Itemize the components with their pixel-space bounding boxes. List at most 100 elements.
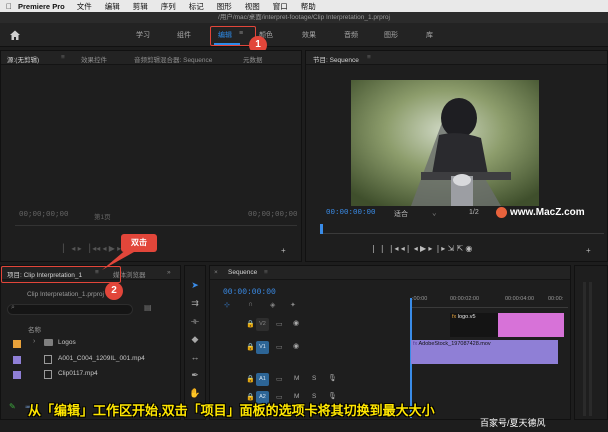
project-file-name: Clip Interpretation_1.prproj bbox=[27, 291, 104, 298]
tab-sequence[interactable]: Sequence bbox=[228, 269, 257, 276]
close-tab-icon[interactable]: × bbox=[214, 269, 218, 276]
solo-button[interactable]: S bbox=[312, 393, 316, 400]
clip-name: A001_C004_1209IL_001.mp4 bbox=[58, 355, 145, 362]
project-panel: 项目: Clip Interpretation_1 ≡ 媒体浏览器 » Clip… bbox=[0, 265, 181, 420]
app-menu[interactable]: Premiere Pro bbox=[18, 2, 65, 11]
disclosure-triangle-icon[interactable]: › bbox=[33, 338, 35, 345]
sync-lock-icon[interactable]: ▭ bbox=[276, 320, 283, 328]
tab-source-menu-icon[interactable]: ≡ bbox=[61, 54, 65, 61]
slip-tool-icon[interactable]: ↔ bbox=[188, 350, 202, 364]
panel-overflow-icon[interactable]: » bbox=[167, 269, 171, 276]
logo-clip[interactable]: fx logo.v5 bbox=[450, 313, 498, 337]
timeline-panel: × Sequence ≡ 00:00:00:00 ⊹ ∩ ◈ ✦ :00:00 … bbox=[209, 265, 571, 420]
tab-audio-clip-mixer[interactable]: 音频剪辑混合器: Sequence bbox=[134, 54, 212, 64]
macos-menu-bar:  Premiere Pro 文件 编辑 剪辑 序列 标记 图形 视图 窗口 帮… bbox=[0, 0, 608, 12]
source-timecode-right[interactable]: 00;00;00;00 bbox=[248, 211, 298, 219]
sync-lock-icon[interactable]: ▭ bbox=[276, 343, 283, 351]
fit-chevron-icon[interactable]: ⌄ bbox=[432, 208, 437, 218]
program-timecode[interactable]: 00:00:00:00 bbox=[326, 209, 376, 217]
microphone-icon[interactable]: 🎙 bbox=[328, 392, 337, 400]
menu-graphics[interactable]: 图形 bbox=[217, 1, 232, 12]
eye-icon[interactable]: ◉ bbox=[293, 342, 299, 350]
list-item[interactable]: A001_C004_1209IL_001.mp4 bbox=[1, 353, 182, 367]
menu-file[interactable]: 文件 bbox=[77, 1, 92, 12]
source-page-select[interactable]: 第1页 bbox=[94, 211, 111, 221]
add-marker-icon[interactable]: ◈ bbox=[270, 301, 275, 309]
window-title: /用户/mac/桌面/interpret-footage/Clip Interp… bbox=[0, 12, 608, 23]
workspace-audio[interactable]: 音频 bbox=[344, 30, 358, 40]
selection-tool-icon[interactable]: ➤ bbox=[188, 278, 202, 292]
track-label-v2[interactable]: V2 bbox=[256, 318, 269, 331]
source-timecode-left[interactable]: 00;00;00;00 bbox=[19, 211, 69, 219]
source-scrubber[interactable] bbox=[15, 225, 297, 226]
tab-program-menu-icon[interactable]: ≡ bbox=[367, 54, 371, 61]
audio-meter-panel bbox=[574, 265, 608, 420]
solo-button[interactable]: S bbox=[312, 375, 316, 382]
home-icon[interactable] bbox=[8, 28, 22, 42]
tab-effect-controls[interactable]: 效果控件 bbox=[81, 54, 107, 64]
track-select-tool-icon[interactable]: ⇉ bbox=[188, 296, 202, 310]
label-color-swatch[interactable] bbox=[13, 340, 21, 348]
mute-button[interactable]: M bbox=[294, 375, 299, 382]
video-clip[interactable]: fx AdobeStock_197087428.mov bbox=[411, 340, 558, 364]
tab-sequence-menu-icon[interactable]: ≡ bbox=[264, 269, 268, 276]
tab-metadata[interactable]: 元数据 bbox=[243, 54, 263, 64]
lock-icon[interactable]: 🔒 bbox=[246, 320, 255, 328]
workspace-graphics[interactable]: 图形 bbox=[384, 30, 398, 40]
program-resolution-select[interactable]: 1/2 bbox=[469, 209, 479, 216]
program-ruler[interactable] bbox=[320, 224, 604, 234]
program-controls[interactable]: ❘ ❘ ❘◂ ◂❘ ◂ ▶ ▸ ❘▸ ⇲ ⇱ ◉ bbox=[370, 244, 472, 253]
menu-clip[interactable]: 剪辑 bbox=[133, 1, 148, 12]
timeline-ruler[interactable]: :00:00 00:00:02:00 00:00:04:00 00:00: bbox=[410, 294, 568, 308]
program-fit-select[interactable]: 适合 bbox=[394, 209, 408, 219]
project-search-input[interactable] bbox=[7, 304, 133, 315]
step-2-badge: 2 bbox=[105, 282, 123, 300]
menu-edit[interactable]: 编辑 bbox=[105, 1, 120, 12]
ripple-edit-tool-icon[interactable]: ⟛ bbox=[188, 314, 202, 328]
workspace-learn[interactable]: 学习 bbox=[136, 30, 150, 40]
linked-selection-icon[interactable]: ∩ bbox=[248, 301, 253, 308]
clip-label: AdobeStock_197087428.mov bbox=[418, 341, 491, 347]
label-color-swatch[interactable] bbox=[13, 371, 21, 379]
logo-clip-tail[interactable] bbox=[498, 313, 564, 337]
pen-tool-icon[interactable]: ✒ bbox=[188, 368, 202, 382]
clip-name: Clip0117.mp4 bbox=[58, 370, 98, 377]
track-label-a1[interactable]: A1 bbox=[256, 373, 269, 386]
menu-window[interactable]: 窗口 bbox=[273, 1, 288, 12]
workspace-assembly[interactable]: 组件 bbox=[177, 30, 191, 40]
program-playhead[interactable] bbox=[320, 224, 323, 234]
track-label-v1[interactable]: V1 bbox=[256, 341, 269, 354]
sync-lock-icon[interactable]: ▭ bbox=[276, 375, 283, 383]
new-bin-icon[interactable]: ▤ bbox=[144, 303, 152, 312]
tab-program[interactable]: 节目: Sequence bbox=[313, 54, 359, 64]
timeline-timecode[interactable]: 00:00:00:00 bbox=[223, 288, 276, 297]
tab-source[interactable]: 源:(无剪辑) bbox=[7, 54, 39, 64]
hand-tool-icon[interactable]: ✋ bbox=[188, 386, 202, 400]
pencil-icon[interactable]: ✎ bbox=[9, 402, 16, 411]
column-name-header[interactable]: 名称 bbox=[28, 324, 41, 334]
mute-button[interactable]: M bbox=[294, 393, 299, 400]
lock-icon[interactable]: 🔒 bbox=[246, 343, 255, 351]
snap-icon[interactable]: ⊹ bbox=[224, 301, 230, 309]
track-a1: 🔒 A1 ▭ M S 🎙 bbox=[210, 372, 572, 388]
menu-view[interactable]: 视图 bbox=[245, 1, 260, 12]
menu-marker[interactable]: 标记 bbox=[189, 1, 204, 12]
eye-icon[interactable]: ◉ bbox=[293, 319, 299, 327]
timeline-settings-icon[interactable]: ✦ bbox=[290, 301, 296, 309]
razor-tool-icon[interactable]: ◆ bbox=[188, 332, 202, 346]
menu-help[interactable]: 帮助 bbox=[301, 1, 316, 12]
menu-sequence[interactable]: 序列 bbox=[161, 1, 176, 12]
source-add-button[interactable]: + bbox=[281, 246, 286, 255]
label-color-swatch[interactable] bbox=[13, 356, 21, 364]
microphone-icon[interactable]: 🎙 bbox=[328, 374, 337, 382]
lock-icon[interactable]: 🔒 bbox=[246, 375, 255, 383]
apple-icon[interactable]:  bbox=[0, 2, 18, 11]
clip-fx-icon: fx bbox=[413, 341, 418, 347]
workspace-libraries[interactable]: 库 bbox=[426, 30, 433, 40]
watermark-logo-icon bbox=[496, 207, 507, 218]
program-add-button[interactable]: + bbox=[586, 246, 591, 255]
list-item[interactable]: Clip0117.mp4 bbox=[1, 368, 182, 382]
list-item[interactable]: › Logos bbox=[1, 337, 182, 351]
workspace-effects[interactable]: 效果 bbox=[302, 30, 316, 40]
ruler-tick-label: :00:00 bbox=[412, 296, 428, 302]
